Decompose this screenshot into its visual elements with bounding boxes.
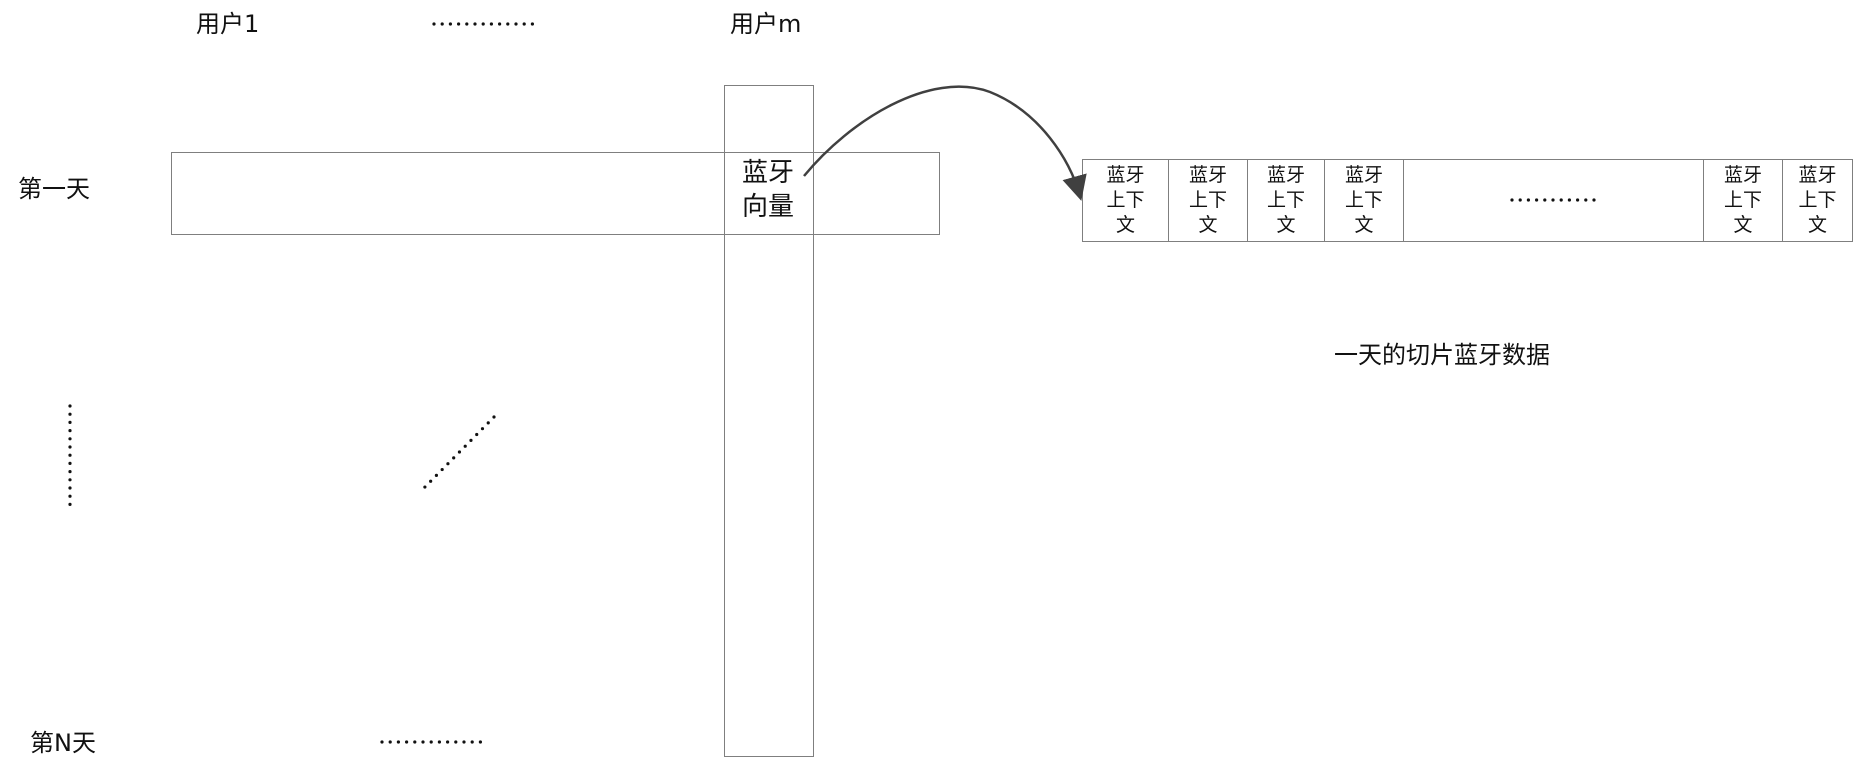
- curved-arrow-icon: [803, 85, 1087, 201]
- diagram-overlay: [68, 22, 1598, 744]
- dotted-ellipsis-diagonal: [419, 415, 496, 493]
